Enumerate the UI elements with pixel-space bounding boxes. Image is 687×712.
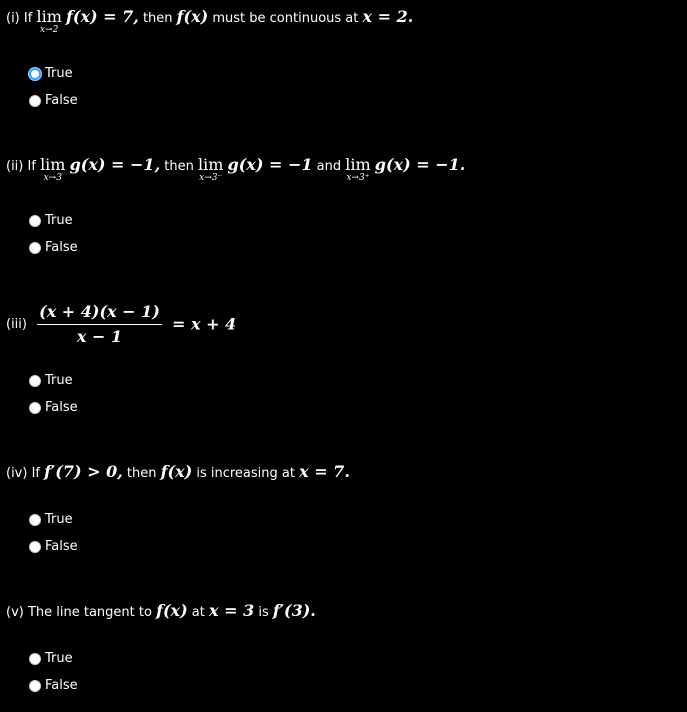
q4-text2: is increasing at (196, 466, 295, 481)
q2-option-true[interactable]: True (29, 207, 78, 234)
q1-option-true[interactable]: True (29, 60, 78, 87)
radio-button-icon[interactable] (29, 94, 41, 107)
radio-button-icon[interactable] (29, 241, 41, 254)
q5-true-label[interactable]: True (45, 651, 73, 666)
q4-option-true[interactable]: True (29, 506, 78, 533)
q2-true-label[interactable]: True (45, 213, 73, 228)
q1-true-label[interactable]: True (45, 66, 73, 81)
q3-rhs: = x + 4 (171, 314, 237, 334)
q1-lim-sub: x→2 (39, 25, 59, 35)
q2-options: True False (29, 207, 78, 261)
q2-expr2: g(x) = −1 (227, 155, 313, 174)
q3-prefix: (iii) (6, 317, 27, 332)
question-1: (i) If lim x→2 f(x) = 7, then f(x) must … (6, 9, 413, 35)
q1-expr2: f(x) (176, 7, 209, 26)
q2-limit-3: lim x→3⁺ (345, 157, 370, 183)
q3-false-label[interactable]: False (45, 400, 78, 415)
q2-limit-1: lim x→3 (40, 157, 65, 183)
q3-options: True False (29, 367, 78, 421)
q5-expr2: x = 3 (209, 601, 255, 620)
q5-options: True False (29, 645, 78, 699)
q1-text2: must be continuous at (212, 11, 359, 26)
q1-options: True False (29, 60, 78, 114)
q5-option-true[interactable]: True (29, 645, 78, 672)
q3-true-label[interactable]: True (45, 373, 73, 388)
q5-expr1: f(x) (156, 601, 188, 620)
q2-lim3-word: lim (345, 155, 371, 174)
q4-mid: then (126, 466, 157, 481)
question-2: (ii) If lim x→3 g(x) = −1, then lim x→3⁻… (6, 157, 465, 183)
q2-lim2-word: lim (198, 155, 224, 174)
q3-denominator: x − 1 (76, 327, 123, 346)
q4-expr2: f(x) (160, 462, 193, 481)
q4-true-label[interactable]: True (45, 512, 73, 527)
q3-option-true[interactable]: True (29, 367, 78, 394)
q2-lim-word: lim (40, 155, 66, 174)
q4-options: True False (29, 506, 78, 560)
radio-button-icon[interactable] (29, 374, 41, 387)
q1-option-false[interactable]: False (29, 87, 78, 114)
q2-expr3: g(x) = −1. (374, 155, 466, 174)
radio-button-icon[interactable] (29, 401, 41, 414)
q1-prefix: (i) If (6, 11, 33, 26)
q5-option-false[interactable]: False (29, 672, 78, 699)
q1-expr3: x = 2. (362, 7, 414, 26)
q3-numerator: (x + 4)(x − 1) (37, 304, 162, 325)
q4-expr1: f′(7) > 0, (44, 462, 123, 481)
q5-mid: at (191, 605, 205, 620)
q5-false-label[interactable]: False (45, 678, 78, 693)
q4-false-label[interactable]: False (45, 539, 78, 554)
q2-lim3-sub: x→3⁺ (346, 173, 370, 183)
radio-button-icon[interactable] (29, 652, 41, 665)
q2-lim-sub: x→3 (43, 173, 62, 183)
q2-mid: then (164, 159, 194, 174)
q2-expr1: g(x) = −1, (69, 155, 161, 174)
radio-button-icon[interactable] (29, 214, 41, 227)
question-5: (v) The line tangent to f(x) at x = 3 is… (6, 601, 316, 620)
radio-button-icon[interactable] (29, 513, 41, 526)
question-3: (iii) (x + 4)(x − 1) x − 1 = x + 4 (6, 304, 236, 345)
q1-mid: then (142, 11, 173, 26)
q1-false-label[interactable]: False (45, 93, 78, 108)
q1-limit: lim x→2 (36, 9, 61, 35)
q1-lim-word: lim (36, 7, 62, 26)
q2-limit-2: lim x→3⁻ (198, 157, 223, 183)
radio-button-icon[interactable] (29, 67, 41, 80)
q4-option-false[interactable]: False (29, 533, 78, 560)
q2-option-false[interactable]: False (29, 234, 78, 261)
q2-lim2-sub: x→3⁻ (199, 173, 223, 183)
q3-fraction: (x + 4)(x − 1) x − 1 (37, 304, 162, 345)
q5-prefix: (v) The line tangent to (6, 605, 152, 620)
q2-prefix: (ii) If (6, 159, 36, 174)
q2-false-label[interactable]: False (45, 240, 78, 255)
question-4: (iv) If f′(7) > 0, then f(x) is increasi… (6, 462, 350, 481)
q2-and: and (316, 159, 342, 174)
q4-expr3: x = 7. (299, 462, 350, 481)
radio-button-icon[interactable] (29, 540, 41, 553)
q1-expr1: f(x) = 7, (66, 7, 139, 26)
q5-text2: is (258, 605, 269, 620)
q4-prefix: (iv) If (6, 466, 40, 481)
q5-expr3: f′(3). (272, 601, 316, 620)
q3-option-false[interactable]: False (29, 394, 78, 421)
radio-button-icon[interactable] (29, 679, 41, 692)
